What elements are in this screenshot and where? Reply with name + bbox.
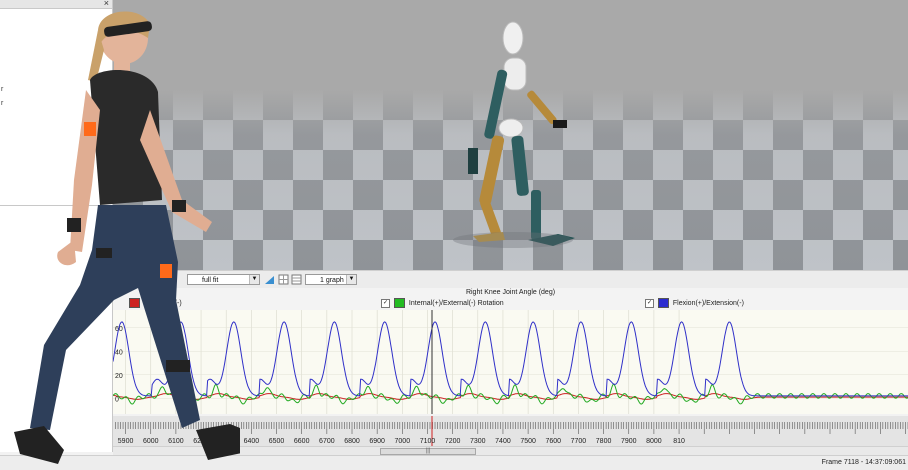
x-tick-label: 7100 <box>420 438 436 445</box>
scrollbar-thumb[interactable]: ||| <box>380 448 476 455</box>
close-icon[interactable]: × <box>104 0 109 8</box>
legend-swatch-blue <box>657 298 669 308</box>
y-tick-label: 40 <box>115 349 123 356</box>
fit-graph-icon[interactable] <box>264 274 275 285</box>
x-tick-label: 8000 <box>646 438 662 445</box>
x-tick-label: 6000 <box>143 438 159 445</box>
panel-text-fragment: r <box>1 100 4 107</box>
x-tick-label: 6300 <box>218 438 234 445</box>
x-tick-label: 6200 <box>193 438 209 445</box>
x-tick-label: 6900 <box>369 438 385 445</box>
legend-label: Adduction(-) <box>143 299 182 307</box>
legend-swatch-red <box>129 298 140 308</box>
zoom-fit-select[interactable]: full fit ▼ <box>187 274 260 285</box>
panel-text-fragment: r <box>1 86 4 93</box>
x-tick-label: 5900 <box>118 438 134 445</box>
left-lower-panel <box>0 206 113 452</box>
graph-count-value: 1 graph <box>320 277 344 284</box>
x-tick-label: 7500 <box>520 438 536 445</box>
chevron-down-icon: ▼ <box>346 275 356 284</box>
x-tick-label: 7200 <box>445 438 461 445</box>
y-tick-label: 0 <box>115 396 119 403</box>
x-tick-label: 6400 <box>244 438 260 445</box>
x-tick-label: 7700 <box>571 438 587 445</box>
x-tick-label: 7000 <box>395 438 411 445</box>
x-tick-label: 6500 <box>269 438 285 445</box>
split-graph-icon[interactable] <box>291 274 302 285</box>
status-frame-time: Frame 7118 - 14:37:09:061 <box>821 459 906 466</box>
x-tick-label: 7400 <box>495 438 511 445</box>
graph-count-select[interactable]: 1 graph ▼ <box>305 274 357 285</box>
legend-swatch-green <box>393 298 405 308</box>
zoom-fit-value: full fit <box>202 277 219 284</box>
grid-icon[interactable] <box>278 274 289 285</box>
3d-viewport[interactable] <box>113 0 908 270</box>
legend-label: Flexion(+)/Extension(-) <box>672 299 744 307</box>
x-tick-label: 7900 <box>621 438 637 445</box>
x-tick-label: 6600 <box>294 438 310 445</box>
graph-toolbar: full fit ▼ 1 graph ▼ <box>113 270 908 289</box>
x-tick-label: 7600 <box>545 438 561 445</box>
legend-item-adduction[interactable]: Adduction(-) <box>127 298 182 308</box>
x-axis-labels: 5900 6000 6100 6200 6300 6400 6500 6600 6700 6800… <box>118 438 685 445</box>
legend-checkbox[interactable]: ✓ <box>645 298 654 308</box>
x-tick-label: 6100 <box>168 438 184 445</box>
graph-legend-row: Right Knee Joint Angle (deg) Adduction(-… <box>113 288 908 310</box>
x-tick-label: 7300 <box>470 438 486 445</box>
x-tick-label: 6700 <box>319 438 335 445</box>
legend-item-rotation[interactable]: ✓ Internal(+)/External(-) Rotation <box>381 298 504 308</box>
left-panel-titlebar: × <box>0 0 112 9</box>
knee-angle-plot[interactable]: 60 40 20 0 5900 6000 6100 6200 6300 6400 6500 6600… <box>112 310 908 453</box>
x-tick-label: 7800 <box>596 438 612 445</box>
chart-title: Right Knee Joint Angle (deg) <box>465 289 556 296</box>
3d-scene <box>113 0 908 270</box>
x-tick-label: 6800 <box>344 438 360 445</box>
y-tick-label: 20 <box>115 373 123 380</box>
legend-label: Internal(+)/External(-) Rotation <box>408 299 504 307</box>
chevron-down-icon: ▼ <box>249 275 259 284</box>
plot-canvas: 6040200 5900 6000 6100 6200 6300 6400 6500 6600… <box>112 310 908 446</box>
x-tick-label: 810 <box>673 438 685 445</box>
status-bar: Frame 7118 - 14:37:09:061 <box>0 455 908 470</box>
legend-item-flexion[interactable]: ✓ Flexion(+)/Extension(-) <box>645 298 744 308</box>
legend-checkbox[interactable]: ✓ <box>381 298 390 308</box>
left-dock-panel: × r r <box>0 0 113 206</box>
